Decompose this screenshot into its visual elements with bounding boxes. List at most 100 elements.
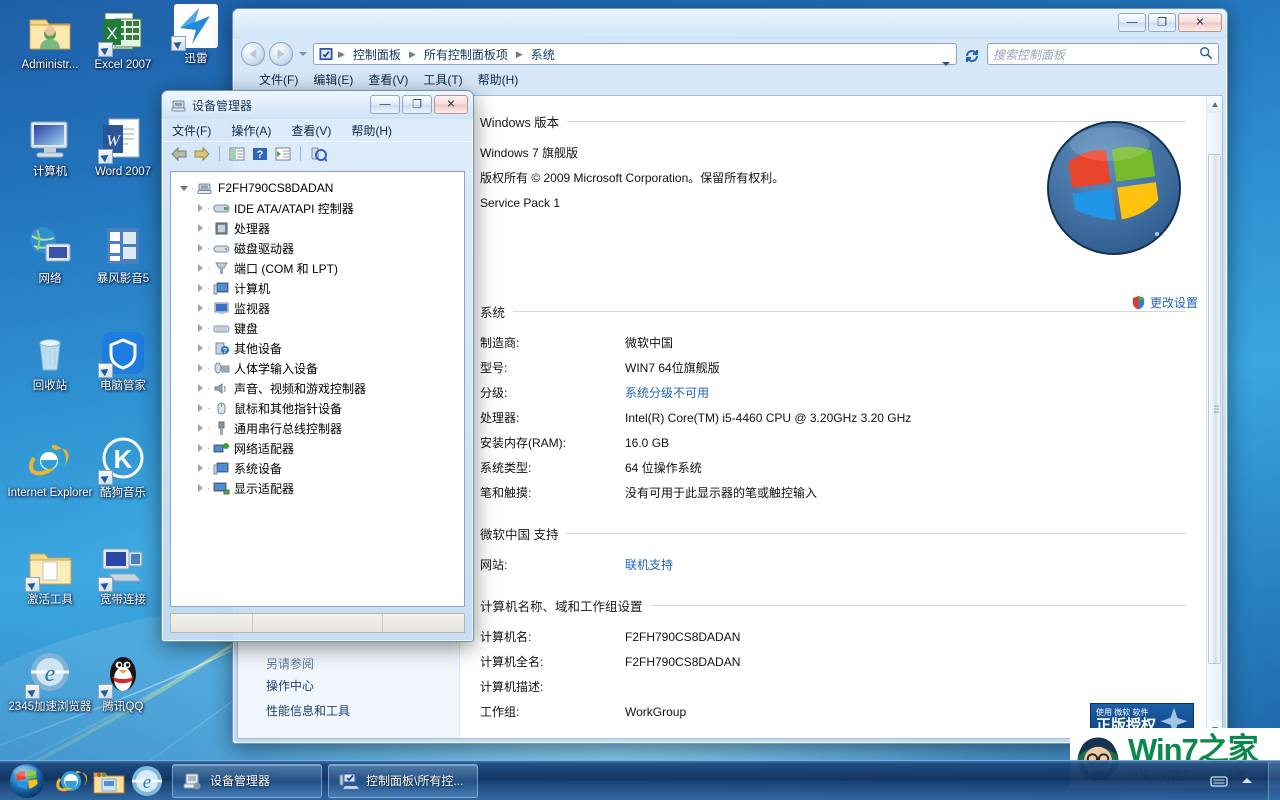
tree-item-monitors[interactable]: · 监视器 bbox=[177, 298, 464, 318]
port-icon bbox=[213, 261, 230, 276]
breadcrumb-item-all-items[interactable]: 所有控制面板项 bbox=[420, 45, 512, 64]
expand-toggle-icon[interactable] bbox=[195, 422, 207, 434]
breadcrumb-item-control-panel[interactable]: 控制面板 bbox=[349, 45, 405, 64]
expand-toggle-icon[interactable] bbox=[195, 202, 207, 214]
back-button[interactable] bbox=[241, 42, 265, 66]
expand-toggle-icon[interactable] bbox=[195, 402, 207, 414]
tree-root-label: F2FH790CS8DADAN bbox=[218, 181, 333, 195]
tree-item-disk-drives[interactable]: · 磁盘驱动器 bbox=[177, 238, 464, 258]
show-desktop-button[interactable] bbox=[1268, 762, 1280, 800]
menu-file[interactable]: 文件(F) bbox=[259, 71, 298, 88]
tree-item-label: 通用串行总线控制器 bbox=[234, 420, 342, 437]
minimize-button[interactable]: — bbox=[1118, 13, 1146, 32]
ie2-quicklaunch[interactable]: e bbox=[128, 762, 166, 800]
expand-toggle-icon[interactable] bbox=[195, 442, 207, 454]
search-input[interactable]: 搜索控制面板 bbox=[987, 43, 1219, 65]
tree-item-mice[interactable]: · 鼠标和其他指针设备 bbox=[177, 398, 464, 418]
dm-close-button[interactable]: ✕ bbox=[434, 95, 468, 114]
recent-pages-button[interactable] bbox=[297, 42, 309, 66]
breadcrumb-item-system[interactable]: 系统 bbox=[527, 45, 559, 64]
forward-arrow-icon[interactable] bbox=[193, 146, 211, 162]
menu-help[interactable]: 帮助(H) bbox=[478, 71, 519, 88]
desktop-icon-baofeng[interactable]: 暴风影音5 bbox=[73, 222, 173, 286]
desktop-icon-broadband[interactable]: 宽带连接 bbox=[73, 543, 173, 607]
tree-item-processor[interactable]: · 处理器 bbox=[177, 218, 464, 238]
help-icon[interactable]: ? bbox=[251, 146, 269, 162]
online-support-link[interactable]: 联机支持 bbox=[625, 553, 1186, 578]
dm-menu-help[interactable]: 帮助(H) bbox=[349, 121, 394, 140]
tree-item-other-devices[interactable]: · ? 其他设备 bbox=[177, 338, 464, 358]
section-rule bbox=[566, 533, 1186, 534]
desktop-icon-label: 腾讯QQ bbox=[73, 701, 173, 714]
expand-toggle-icon[interactable] bbox=[195, 222, 207, 234]
taskbar-button-control-panel[interactable]: 控制面板\所有控... bbox=[328, 764, 478, 798]
computer-icon bbox=[213, 281, 230, 296]
expand-toggle-icon[interactable] bbox=[195, 382, 207, 394]
sidebar-link-performance-tools[interactable]: 性能信息和工具 bbox=[266, 702, 350, 719]
dm-menu-action[interactable]: 操作(A) bbox=[229, 121, 273, 140]
scrollbar-thumb[interactable] bbox=[1208, 154, 1221, 664]
tree-item-sound-video-game[interactable]: · 声音、视频和游戏控制器 bbox=[177, 378, 464, 398]
forward-button[interactable] bbox=[269, 42, 293, 66]
change-settings-link[interactable]: 更改设置 bbox=[1131, 294, 1198, 311]
expand-toggle-icon[interactable] bbox=[195, 462, 207, 474]
expand-toggle-icon[interactable] bbox=[195, 242, 207, 254]
explorer-quicklaunch[interactable] bbox=[90, 762, 128, 800]
device-manager-window: 设备管理器 — ❐ ✕ 文件(F) 操作(A) 查看(V) 帮助(H) bbox=[161, 90, 474, 642]
system-window-menubar: 文件(F) 编辑(E) 查看(V) 工具(T) 帮助(H) bbox=[233, 69, 1227, 89]
menu-tools[interactable]: 工具(T) bbox=[423, 71, 462, 88]
menu-edit[interactable]: 编辑(E) bbox=[313, 71, 353, 88]
ie-quicklaunch[interactable] bbox=[52, 762, 90, 800]
address-bar[interactable]: ▶ 控制面板 ▶ 所有控制面板项 ▶ 系统 bbox=[313, 43, 957, 65]
device-manager-titlebar: 设备管理器 — ❐ ✕ bbox=[162, 91, 473, 119]
device-tree-panel[interactable]: · F2FH790CS8DADAN · IDE ATA/ATAPI 控制器 bbox=[170, 171, 465, 607]
desktop-icon-pc-manager[interactable]: 电脑管家 bbox=[73, 329, 173, 393]
tree-item-display-adapters[interactable]: · 显示适配器 bbox=[177, 478, 464, 498]
tree-root-node[interactable]: · F2FH790CS8DADAN bbox=[177, 178, 464, 198]
tree-item-system-devices[interactable]: · 系统设备 bbox=[177, 458, 464, 478]
expand-toggle-icon[interactable] bbox=[195, 262, 207, 274]
taskbar-button-device-manager[interactable]: 设备管理器 bbox=[172, 764, 322, 798]
dm-minimize-button[interactable]: — bbox=[370, 95, 400, 114]
close-button[interactable]: ✕ bbox=[1178, 13, 1222, 32]
maximize-button[interactable]: ❐ bbox=[1148, 13, 1176, 32]
ime-tray-icon[interactable] bbox=[1210, 772, 1228, 790]
start-button[interactable] bbox=[2, 762, 52, 800]
folder-icon bbox=[26, 543, 74, 591]
dm-maximize-button[interactable]: ❐ bbox=[402, 95, 432, 114]
tree-item-ide[interactable]: · IDE ATA/ATAPI 控制器 bbox=[177, 198, 464, 218]
scroll-up-button[interactable] bbox=[1207, 96, 1222, 113]
tree-item-computer[interactable]: · 计算机 bbox=[177, 278, 464, 298]
dm-menu-view[interactable]: 查看(V) bbox=[289, 121, 333, 140]
expand-toggle-icon[interactable] bbox=[195, 342, 207, 354]
details-vertical-scrollbar[interactable] bbox=[1206, 96, 1222, 738]
desktop-icon-qq[interactable]: 腾讯QQ bbox=[73, 650, 173, 714]
show-hidden-icons[interactable] bbox=[1238, 772, 1256, 790]
tree-item-keyboards[interactable]: · 键盘 bbox=[177, 318, 464, 338]
desktop-icon-kugou[interactable]: K 酷狗音乐 bbox=[73, 436, 173, 500]
section-rule bbox=[651, 605, 1186, 606]
expand-toggle-icon[interactable] bbox=[195, 322, 207, 334]
refresh-button[interactable] bbox=[961, 43, 983, 65]
tree-item-ports[interactable]: · 端口 (COM 和 LPT) bbox=[177, 258, 464, 278]
scan-icon[interactable] bbox=[274, 146, 292, 162]
expand-toggle-icon[interactable] bbox=[195, 302, 207, 314]
tree-item-hid[interactable]: · 人体学输入设备 bbox=[177, 358, 464, 378]
row-value: WIN7 64位旗舰版 bbox=[625, 356, 1186, 381]
expand-toggle-icon[interactable] bbox=[195, 482, 207, 494]
expand-toggle-icon[interactable] bbox=[195, 362, 207, 374]
desktop-icon-thunder[interactable]: 迅雷 bbox=[146, 2, 246, 66]
menu-view[interactable]: 查看(V) bbox=[368, 71, 408, 88]
section-rule bbox=[513, 311, 1186, 312]
update-driver-icon[interactable] bbox=[309, 146, 327, 162]
tree-item-network-adapters[interactable]: · 网络适配器 bbox=[177, 438, 464, 458]
properties-icon[interactable] bbox=[228, 146, 246, 162]
sidebar-link-action-center[interactable]: 操作中心 bbox=[266, 677, 314, 694]
expand-toggle-icon[interactable] bbox=[195, 282, 207, 294]
dm-menu-file[interactable]: 文件(F) bbox=[170, 121, 213, 140]
expand-toggle-icon[interactable] bbox=[179, 182, 191, 194]
tree-item-usb[interactable]: · 通用串行总线控制器 bbox=[177, 418, 464, 438]
desktop-icon-word[interactable]: W Word 2007 bbox=[73, 115, 173, 179]
back-arrow-icon[interactable] bbox=[170, 146, 188, 162]
rating-link[interactable]: 系统分级不可用 bbox=[625, 381, 1186, 406]
